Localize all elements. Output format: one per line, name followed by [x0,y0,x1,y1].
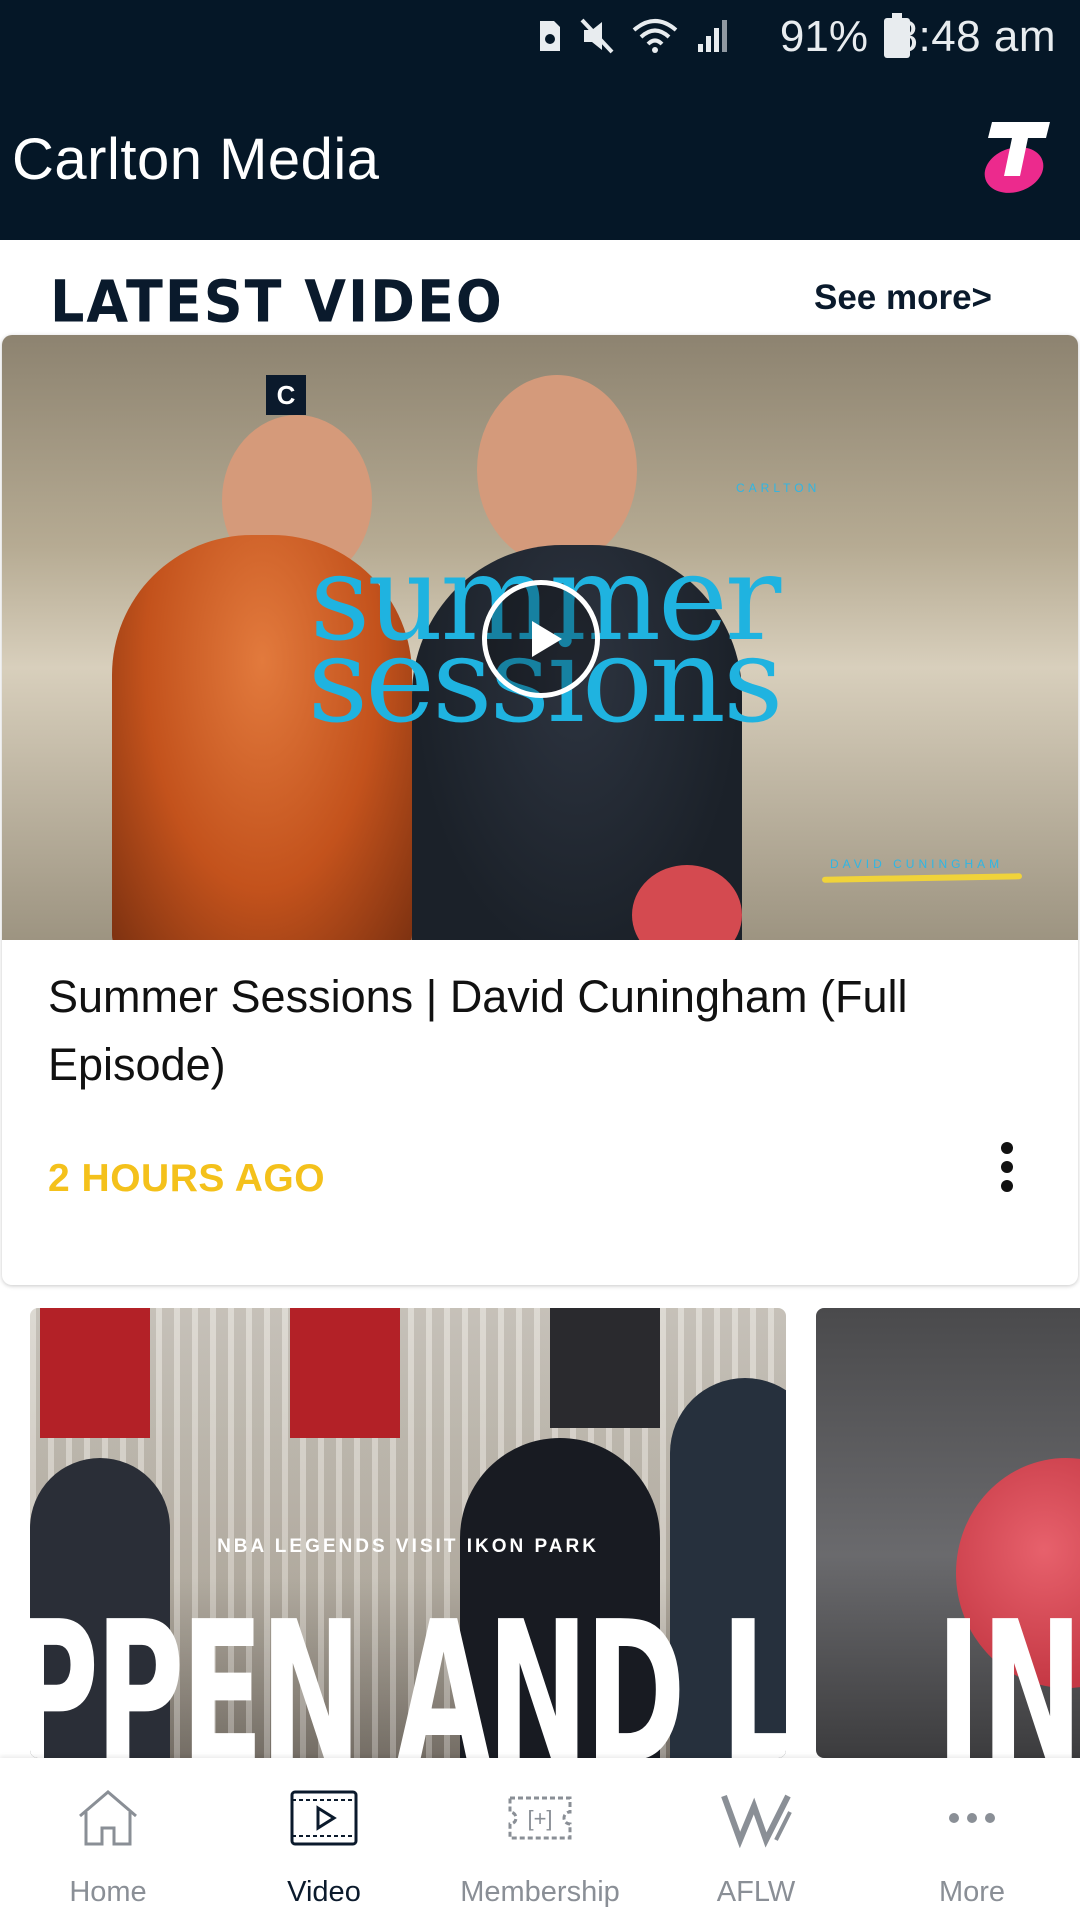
nav-label: AFLW [716,1876,796,1908]
nav-item-home[interactable]: Home [0,1758,216,1920]
telstra-logo-icon[interactable] [982,116,1054,198]
tile-curtain [550,1308,660,1428]
home-icon [72,1788,144,1848]
status-time: 8:48 am [893,12,1056,61]
more-icon [936,1788,1008,1848]
tile-curtain [290,1308,400,1438]
video-timestamp: 2 HOURS AGO [48,1157,326,1200]
video-title[interactable]: Summer Sessions | David Cuningham (Full … [48,963,948,1099]
thumbnail-name-tag: DAVID CUNINGHAM [830,857,1004,871]
tile-headline: INT [936,1580,1080,1758]
carousel-video-tile[interactable]: NBA LEGENDS VISIT IKON PARK PPEN AND LON… [30,1308,786,1758]
section-title: LATEST VIDEO [50,267,504,336]
status-bar: 91% 8:48 am [0,0,1080,80]
tile-headline: PPEN AND LONGL [30,1580,786,1758]
nav-label: Video [287,1876,361,1908]
nav-label: Membership [460,1876,620,1908]
play-button-icon[interactable] [482,580,600,698]
video-icon [288,1788,360,1848]
aflw-icon [720,1788,792,1849]
membership-icon: [+] [504,1788,576,1848]
signal-icon [696,18,728,59]
nav-item-video[interactable]: Video [216,1758,432,1920]
featured-video-card[interactable]: C summer sessions CARLTON DAVID CUNINGHA… [2,335,1078,1285]
nav-label: More [938,1876,1006,1908]
nav-item-more[interactable]: More [864,1758,1080,1920]
mute-icon [580,18,614,59]
sim-icon [538,19,562,58]
tile-kicker: NBA LEGENDS VISIT IKON PARK [217,1536,599,1557]
name-underline [821,873,1023,883]
video-thumbnail[interactable]: C summer sessions CARLTON DAVID CUNINGHA… [2,335,1078,940]
tile-curtain [40,1308,150,1438]
svg-text:[+]: [+] [527,1806,552,1831]
thumbnail-club-tag: CARLTON [736,481,821,495]
nav-item-aflw[interactable]: AFLW [648,1758,864,1920]
app-header: 91% 8:48 am Carlton Media [0,0,1080,240]
app-title: Carlton Media [12,127,380,192]
bottom-nav: Home Video [+] Membership AFLW More [0,1758,1080,1920]
see-more-link[interactable]: See more> [814,278,992,318]
carousel-video-tile[interactable]: INT [816,1308,1080,1758]
club-logo-icon: C [266,375,306,415]
wifi-icon [632,18,678,59]
video-carousel[interactable]: NBA LEGENDS VISIT IKON PARK PPEN AND LON… [0,1308,1080,1758]
status-icons [538,16,728,60]
more-options-icon[interactable] [992,1135,1022,1211]
battery-percent: 91% [779,12,868,61]
nav-label: Home [69,1876,147,1908]
nav-item-membership[interactable]: [+] Membership [432,1758,648,1920]
